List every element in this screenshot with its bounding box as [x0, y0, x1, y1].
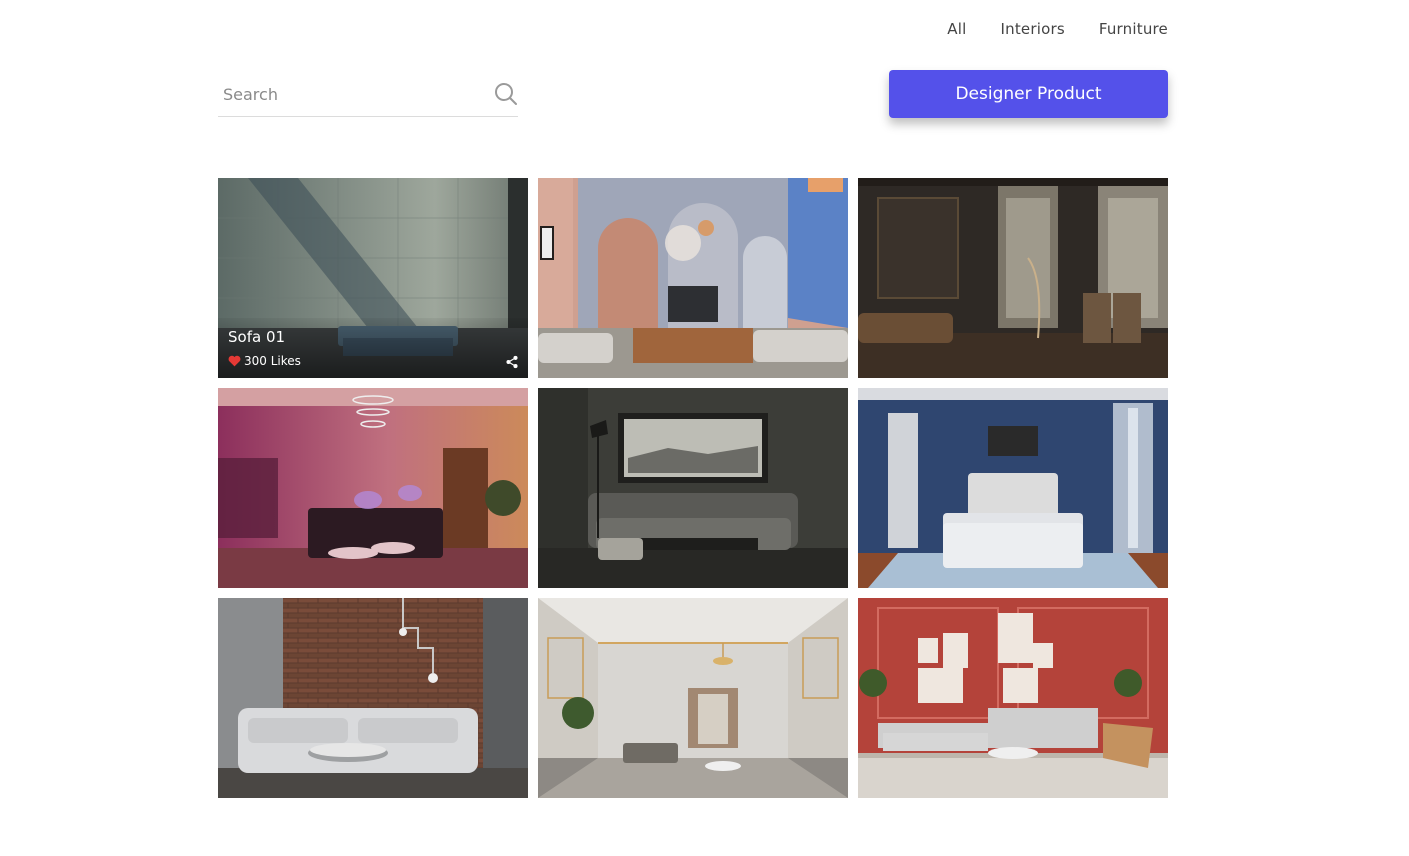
- gallery-image: [858, 598, 1168, 798]
- card-title: Sofa 01: [228, 328, 286, 346]
- search-bar: [218, 76, 518, 117]
- gallery-card[interactable]: [538, 178, 848, 378]
- category-nav: All Interiors Furniture: [947, 20, 1168, 38]
- gallery-card[interactable]: [538, 598, 848, 798]
- like-count-label: 300 Likes: [244, 354, 301, 368]
- share-icon[interactable]: [505, 355, 519, 369]
- gallery-image: [538, 178, 848, 378]
- gallery-card[interactable]: [218, 598, 528, 798]
- nav-item-all[interactable]: All: [947, 20, 966, 38]
- designer-product-button[interactable]: Designer Product: [889, 70, 1168, 118]
- gallery-card[interactable]: Sofa 01 300 Likes: [218, 178, 528, 378]
- card-overlay: [218, 318, 528, 378]
- gallery-image: [218, 388, 528, 588]
- gallery-image: [218, 598, 528, 798]
- gallery-image: [858, 178, 1168, 378]
- gallery-image: [538, 598, 848, 798]
- like-count[interactable]: 300 Likes: [228, 354, 301, 368]
- gallery-card[interactable]: [858, 178, 1168, 378]
- gallery-image: [538, 388, 848, 588]
- gallery-image: [858, 388, 1168, 588]
- gallery-card[interactable]: [858, 388, 1168, 588]
- search-icon[interactable]: [494, 82, 518, 106]
- gallery-grid: Sofa 01 300 Likes: [218, 178, 1168, 798]
- heart-icon[interactable]: [228, 355, 241, 367]
- search-input[interactable]: [218, 76, 483, 112]
- nav-item-interiors[interactable]: Interiors: [1001, 20, 1065, 38]
- nav-item-furniture[interactable]: Furniture: [1099, 20, 1168, 38]
- gallery-card[interactable]: [538, 388, 848, 588]
- gallery-card[interactable]: [218, 388, 528, 588]
- gallery-card[interactable]: [858, 598, 1168, 798]
